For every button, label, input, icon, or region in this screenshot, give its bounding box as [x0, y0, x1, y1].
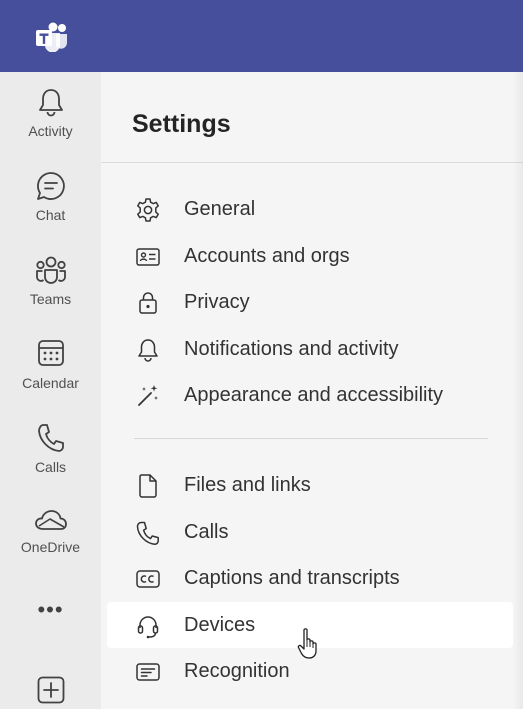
teams-logo-icon [36, 22, 67, 52]
panel-edge-shadow [513, 72, 523, 709]
rail-label-onedrive: OneDrive [20, 539, 81, 555]
settings-item-label: Devices [184, 614, 256, 636]
settings-item-captions[interactable]: Captions and transcripts [107, 555, 513, 601]
rail-label-teams: Teams [29, 291, 72, 307]
recognition-icon [136, 663, 160, 681]
bell-icon [138, 339, 158, 362]
more-apps-button[interactable]: ••• [0, 599, 101, 621]
closed-captions-icon [136, 570, 160, 588]
calendar-icon [37, 340, 64, 366]
settings-item-files[interactable]: Files and links [107, 462, 513, 508]
rail-item-activity[interactable]: Activity [0, 86, 101, 158]
settings-item-appearance[interactable]: Appearance and accessibility [107, 372, 513, 418]
settings-item-label: Privacy [184, 291, 250, 313]
onedrive-icon [34, 510, 67, 530]
rail-item-teams[interactable]: Teams [0, 254, 101, 326]
headset-icon [137, 616, 159, 639]
settings-item-label: Files and links [184, 474, 311, 496]
settings-item-label: Recognition [184, 660, 290, 682]
hand-cursor-icon [297, 628, 317, 659]
rail-label-calendar: Calendar [22, 375, 79, 391]
settings-item-label: Captions and transcripts [184, 567, 400, 589]
phone-icon [37, 424, 64, 452]
settings-item-label: Notifications and activity [184, 338, 399, 360]
settings-item-label: Accounts and orgs [184, 245, 350, 267]
settings-item-calls[interactable]: Calls [107, 509, 513, 555]
chat-icon [36, 172, 65, 200]
lock-icon [139, 292, 157, 314]
gear-icon [137, 198, 159, 222]
add-apps-icon[interactable] [37, 676, 65, 704]
magic-wand-icon [138, 385, 158, 406]
settings-item-label: Appearance and accessibility [184, 384, 444, 406]
phone-icon [136, 521, 159, 545]
settings-item-label: General [184, 198, 256, 220]
rail-item-calls[interactable]: Calls [0, 422, 101, 494]
rail-item-calendar[interactable]: Calendar [0, 338, 101, 410]
teams-icon [35, 256, 66, 284]
bell-icon [38, 89, 63, 117]
app-rail: Activity Chat Teams Calendar Calls OneDr… [0, 72, 101, 709]
rail-label-calls: Calls [34, 459, 67, 475]
id-card-icon [136, 248, 160, 266]
settings-item-privacy[interactable]: Privacy [107, 279, 513, 325]
settings-panel: Settings General Accounts and orgs Priva… [101, 72, 523, 709]
rail-item-onedrive[interactable]: OneDrive [0, 508, 101, 580]
file-icon [139, 474, 157, 498]
settings-item-label: Calls [184, 521, 229, 543]
settings-item-general[interactable]: General [107, 186, 513, 232]
title-bar [0, 0, 523, 72]
page-title: Settings [132, 110, 231, 138]
header-divider [101, 162, 523, 163]
rail-label-activity: Activity [28, 123, 73, 139]
section-divider [134, 438, 488, 439]
rail-item-chat[interactable]: Chat [0, 170, 101, 242]
rail-label-chat: Chat [35, 207, 66, 223]
settings-item-accounts[interactable]: Accounts and orgs [107, 233, 513, 279]
settings-item-notifications[interactable]: Notifications and activity [107, 326, 513, 372]
